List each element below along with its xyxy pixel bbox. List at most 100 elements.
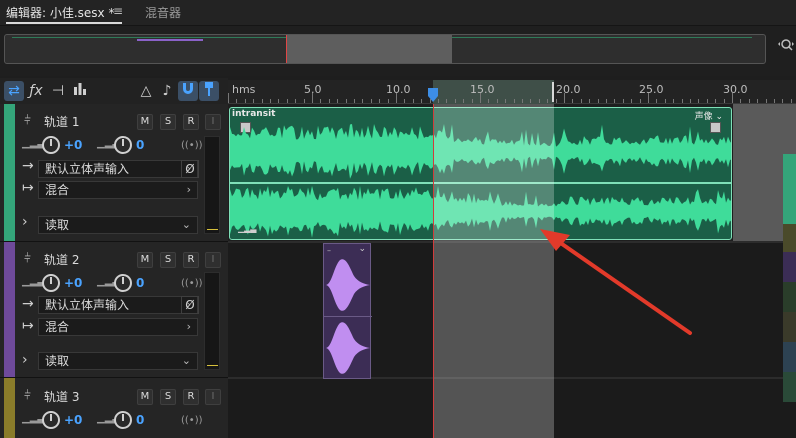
- output-dropdown[interactable]: 混合 ›: [38, 181, 198, 199]
- ruler-tick: [454, 99, 456, 103]
- ruler-tick: [446, 99, 448, 103]
- ruler-tick: [538, 99, 540, 103]
- waveform-icon: ⫩: [24, 113, 31, 127]
- mute-button[interactable]: M: [137, 252, 153, 268]
- volume-knob[interactable]: [42, 411, 60, 429]
- time-ruler[interactable]: hms 5.0 10.0 15.0 20.0 25.0 30.0: [228, 80, 796, 104]
- ruler-tick-label: 20.0: [556, 83, 581, 96]
- pan-value[interactable]: 0: [136, 138, 144, 152]
- track-name[interactable]: 轨道 2: [44, 251, 79, 268]
- automation-dropdown[interactable]: 读取 ⌄: [38, 216, 198, 234]
- ruler-tick: [698, 99, 700, 103]
- ruler-tick: [664, 99, 666, 103]
- track-name[interactable]: 轨道 1: [44, 113, 79, 130]
- swap-icon[interactable]: ⇄: [4, 81, 24, 101]
- volume-value[interactable]: +0: [64, 138, 82, 152]
- meter-level: [207, 229, 218, 230]
- metronome-icon[interactable]: △: [136, 81, 156, 101]
- ruler-tick: [244, 99, 246, 103]
- phase-button[interactable]: Ø: [181, 160, 199, 178]
- ruler-tick: [261, 99, 263, 103]
- pan-value[interactable]: 0: [136, 276, 144, 290]
- pan-knob[interactable]: [114, 136, 132, 154]
- ruler-tick: [253, 99, 255, 103]
- pitch-icon[interactable]: ♪: [157, 81, 177, 101]
- ruler-tick: [656, 99, 658, 103]
- record-button[interactable]: R: [183, 389, 199, 405]
- zoom-navigator-icon[interactable]: [777, 36, 795, 54]
- automation-arrow-icon: ›: [22, 214, 28, 230]
- mute-button[interactable]: M: [137, 114, 153, 130]
- overview-view-window[interactable]: [286, 35, 452, 63]
- phase-button[interactable]: Ø: [181, 296, 199, 314]
- ruler-tick: [387, 99, 389, 103]
- playhead-line[interactable]: [433, 104, 434, 438]
- pan-knob[interactable]: [114, 411, 132, 429]
- tab-mixer[interactable]: 混音器: [145, 4, 181, 21]
- automation-label: 读取: [45, 218, 70, 232]
- ruler-tick: [505, 99, 507, 103]
- ruler-tick: [362, 99, 364, 103]
- overview-track2-line: [137, 39, 203, 41]
- ruler-tick: [639, 99, 641, 103]
- tab-editor[interactable]: 编辑器: 小佳.sesx *: [6, 4, 114, 24]
- ruler-tick: [622, 99, 624, 103]
- output-dropdown[interactable]: 混合 ›: [38, 318, 198, 336]
- ruler-tick: [690, 99, 691, 103]
- ruler-tick: [471, 99, 473, 103]
- chevron-right-icon: ›: [186, 320, 191, 333]
- multitrack-timeline[interactable]: intransit 声像 ⌄ ▁▂▃ – ⌄: [228, 104, 796, 438]
- ruler-tick: [270, 99, 271, 103]
- tab-menu-icon[interactable]: ≡: [113, 4, 125, 18]
- track-name[interactable]: 轨道 3: [44, 388, 79, 405]
- ruler-tick: [488, 99, 490, 103]
- solo-button[interactable]: S: [160, 252, 176, 268]
- input-monitor-button[interactable]: I: [205, 114, 221, 130]
- track-color-strip: [4, 378, 15, 438]
- strip-track-a: [783, 224, 796, 252]
- overview-playhead: [286, 35, 287, 63]
- input-label: 默认立体声输入: [45, 298, 130, 312]
- ruler-tick: [606, 99, 607, 103]
- input-monitor-button[interactable]: I: [205, 252, 221, 268]
- solo-button[interactable]: S: [160, 114, 176, 130]
- record-button[interactable]: R: [183, 114, 199, 130]
- volume-value[interactable]: +0: [64, 413, 82, 427]
- strip-track2: [783, 252, 796, 282]
- volume-knob[interactable]: [42, 274, 60, 292]
- record-button[interactable]: R: [183, 252, 199, 268]
- pan-knob[interactable]: [114, 274, 132, 292]
- automation-dropdown[interactable]: 读取 ⌄: [38, 352, 198, 370]
- level-meter: [204, 136, 220, 234]
- ruler-tick: [631, 99, 633, 103]
- solo-button[interactable]: S: [160, 389, 176, 405]
- input-monitor-button[interactable]: I: [205, 389, 221, 405]
- fx-icon[interactable]: ƒx: [26, 81, 46, 101]
- eq-bars-icon[interactable]: [70, 81, 90, 101]
- snap-icon[interactable]: [178, 81, 198, 101]
- ruler-tick: [278, 99, 280, 103]
- ruler-tick: [522, 99, 523, 103]
- input-dropdown[interactable]: 默认立体声输入 ›: [38, 296, 198, 314]
- level-meter: [204, 272, 220, 370]
- volume-knob[interactable]: [42, 136, 60, 154]
- automation-label: 读取: [45, 354, 70, 368]
- volume-value[interactable]: +0: [64, 276, 82, 290]
- ruler-tick: [463, 99, 465, 103]
- mute-button[interactable]: M: [137, 389, 153, 405]
- send-icon[interactable]: ⊣: [48, 81, 68, 101]
- ruler-tick: [379, 99, 381, 103]
- channel-divider: [324, 316, 372, 317]
- input-dropdown[interactable]: 默认立体声输入 ›: [38, 160, 198, 178]
- ruler-tick: [438, 99, 439, 103]
- strip-track-c: [783, 342, 796, 372]
- ruler-tick: [345, 99, 347, 103]
- chevron-down-icon[interactable]: ⌄: [358, 244, 366, 254]
- pan-value[interactable]: 0: [136, 413, 144, 427]
- clip-pan-menu[interactable]: 声像 ⌄: [695, 109, 723, 122]
- track-header-1: ⫩ 轨道 1 M S R I ▁▂▃ +0 ▁▂▃ 0 ((•)) → 默认立体…: [0, 104, 228, 242]
- ruler-tick: [530, 99, 532, 103]
- audio-clip-track2[interactable]: – ⌄: [323, 243, 372, 379]
- marker-icon[interactable]: [199, 81, 219, 101]
- ruler-tick: [681, 99, 683, 103]
